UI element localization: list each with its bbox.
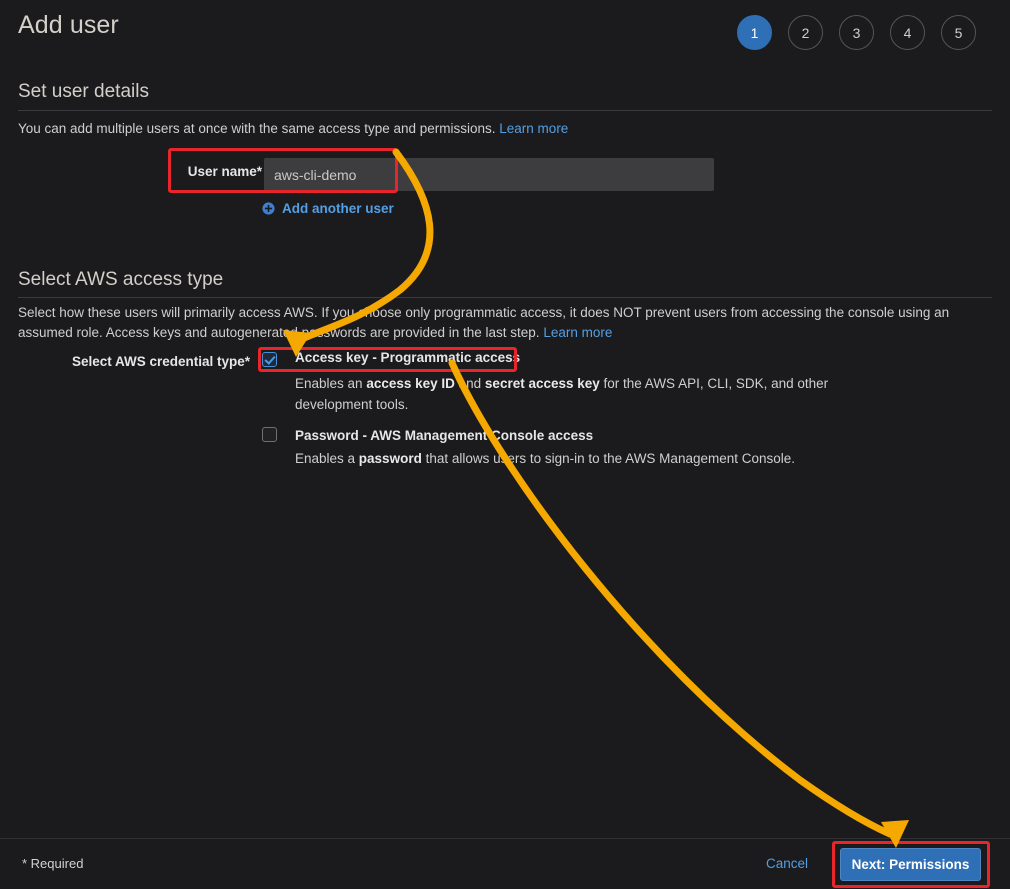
checkbox-access-key-box[interactable] xyxy=(262,352,277,367)
checkbox-password-console[interactable] xyxy=(262,427,277,442)
arrow-access-key-to-next-head xyxy=(881,820,909,848)
page-title: Add user xyxy=(18,11,119,39)
step-indicator-3[interactable]: 3 xyxy=(839,15,874,50)
add-another-user-button[interactable]: Add another user xyxy=(262,201,394,216)
section-title-user-details: Set user details xyxy=(18,81,149,102)
required-note: * Required xyxy=(22,856,84,871)
step-indicator-5[interactable]: 5 xyxy=(941,15,976,50)
username-input[interactable] xyxy=(264,158,714,191)
credential-type-label: Select AWS credential type* xyxy=(72,354,251,369)
access-type-description-line1: Select how these users will primarily ac… xyxy=(18,305,931,320)
checkbox-password-console-label: Password - AWS Management Console access xyxy=(295,428,594,443)
section-divider-user-details xyxy=(18,110,992,111)
checkbox-access-key-label: Access key - Programmatic access xyxy=(295,350,521,365)
learn-more-link-access-type[interactable]: Learn more xyxy=(543,325,612,340)
plus-circle-icon xyxy=(262,202,275,215)
learn-more-link-user-details[interactable]: Learn more xyxy=(499,121,568,136)
step-indicator-4[interactable]: 4 xyxy=(890,15,925,50)
username-label: User name* xyxy=(187,164,262,179)
add-user-wizard: Add user 1 2 3 4 5 Set user details You … xyxy=(0,0,1010,889)
section-divider-access-type xyxy=(18,297,992,298)
checkbox-password-console-box[interactable] xyxy=(262,427,277,442)
step-indicator: 1 2 3 4 5 xyxy=(737,15,976,50)
cancel-button[interactable]: Cancel xyxy=(766,856,808,871)
section-title-access-type: Select AWS access type xyxy=(18,269,224,290)
next-permissions-button[interactable]: Next: Permissions xyxy=(840,848,981,881)
step-indicator-2[interactable]: 2 xyxy=(788,15,823,50)
user-details-description: You can add multiple users at once with … xyxy=(18,119,992,139)
username-row: User name* xyxy=(0,158,1010,192)
checkbox-access-key[interactable] xyxy=(262,352,277,367)
add-another-user-label: Add another user xyxy=(282,201,394,216)
wizard-header: Add user 1 2 3 4 5 xyxy=(0,0,1010,66)
checkbox-access-key-description: Enables an access key ID and secret acce… xyxy=(295,376,829,412)
access-type-description: Select how these users will primarily ac… xyxy=(18,303,992,343)
checkbox-password-console-description: Enables a password that allows users to … xyxy=(295,451,796,466)
footer-divider xyxy=(0,838,1010,839)
user-details-description-text: You can add multiple users at once with … xyxy=(18,121,496,136)
step-indicator-1[interactable]: 1 xyxy=(737,15,772,50)
